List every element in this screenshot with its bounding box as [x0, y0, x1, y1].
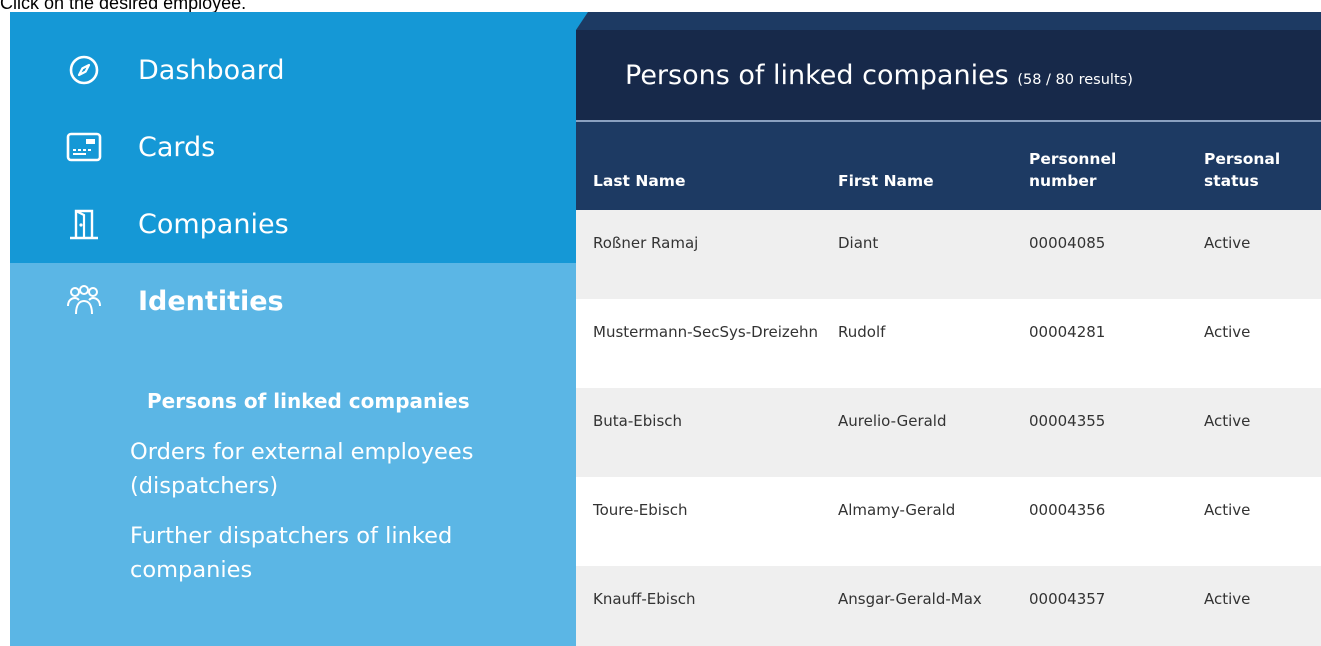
cell-first-name: Ansgar-Gerald-Max [838, 590, 982, 608]
cell-personal-status: Active [1204, 501, 1251, 519]
cell-last-name: Roßner Ramaj [593, 234, 699, 252]
cell-first-name: Diant [838, 234, 879, 252]
compass-icon [66, 52, 102, 88]
cell-last-name: Mustermann-SecSys-Dreizehn [593, 323, 819, 341]
subnav-persons-of-linked-companies[interactable]: Persons of linked companies [147, 389, 470, 413]
sidebar-item-label: Identities [138, 285, 284, 317]
cell-last-name: Toure-Ebisch [593, 501, 688, 519]
column-header-last-name[interactable]: Last Name [576, 122, 821, 210]
sidebar-item-label: Companies [138, 208, 289, 240]
header-notch [576, 12, 588, 30]
cell-personnel-number: 00004085 [1029, 234, 1106, 252]
persons-table: Last Name First Name Personnel number Pe… [576, 122, 1321, 646]
sidebar-item-cards[interactable]: Cards [10, 111, 576, 183]
main-panel: Persons of linked companies (58 / 80 res… [576, 12, 1321, 646]
sidebar-item-companies[interactable]: Companies [10, 188, 576, 260]
subnav-orders-for-external-employees[interactable]: Orders for external employees (dispatche… [130, 435, 550, 503]
sidebar: Dashboard Cards Companies Identities Per… [10, 12, 576, 646]
page-title: Persons of linked companies (58 / 80 res… [625, 60, 1133, 91]
people-icon [66, 283, 102, 319]
cell-personnel-number: 00004357 [1029, 590, 1106, 608]
page-title-text: Persons of linked companies [625, 60, 1009, 91]
cell-last-name: Buta-Ebisch [593, 412, 683, 430]
cell-last-name: Knauff-Ebisch [593, 590, 696, 608]
table-row[interactable]: Roßner Ramaj Diant 00004085 Active [576, 210, 1321, 299]
table-row[interactable]: Buta-Ebisch Aurelio-Gerald 00004355 Acti… [576, 388, 1321, 477]
header-strip [576, 12, 1321, 30]
sidebar-item-dashboard[interactable]: Dashboard [10, 34, 576, 106]
cell-first-name: Aurelio-Gerald [838, 412, 947, 430]
sidebar-item-identities[interactable]: Identities [10, 265, 576, 337]
table-row[interactable]: Toure-Ebisch Almamy-Gerald 00004356 Acti… [576, 477, 1321, 566]
cell-first-name: Rudolf [838, 323, 886, 341]
table-row[interactable]: Knauff-Ebisch Ansgar-Gerald-Max 00004357… [576, 566, 1321, 646]
door-icon [66, 206, 102, 242]
column-header-first-name[interactable]: First Name [821, 122, 1012, 210]
result-count: (58 / 80 results) [1017, 72, 1133, 88]
cell-personal-status: Active [1204, 234, 1251, 252]
cell-personal-status: Active [1204, 590, 1251, 608]
sidebar-item-label: Cards [138, 131, 216, 163]
cell-personnel-number: 00004355 [1029, 412, 1106, 430]
sidebar-item-label: Dashboard [138, 54, 285, 86]
column-header-personnel-number[interactable]: Personnel number [1012, 122, 1187, 210]
cell-personal-status: Active [1204, 323, 1251, 341]
page-header: Persons of linked companies (58 / 80 res… [576, 30, 1321, 120]
subnav-further-dispatchers[interactable]: Further dispatchers of linked companies [130, 519, 550, 587]
cell-personnel-number: 00004281 [1029, 323, 1106, 341]
card-icon [66, 129, 102, 165]
table-header-row: Last Name First Name Personnel number Pe… [576, 122, 1321, 210]
cell-first-name: Almamy-Gerald [838, 501, 956, 519]
column-header-personal-status[interactable]: Personal status [1187, 122, 1321, 210]
table-row[interactable]: Mustermann-SecSys-Dreizehn Rudolf 000042… [576, 299, 1321, 388]
cell-personal-status: Active [1204, 412, 1251, 430]
cell-personnel-number: 00004356 [1029, 501, 1106, 519]
